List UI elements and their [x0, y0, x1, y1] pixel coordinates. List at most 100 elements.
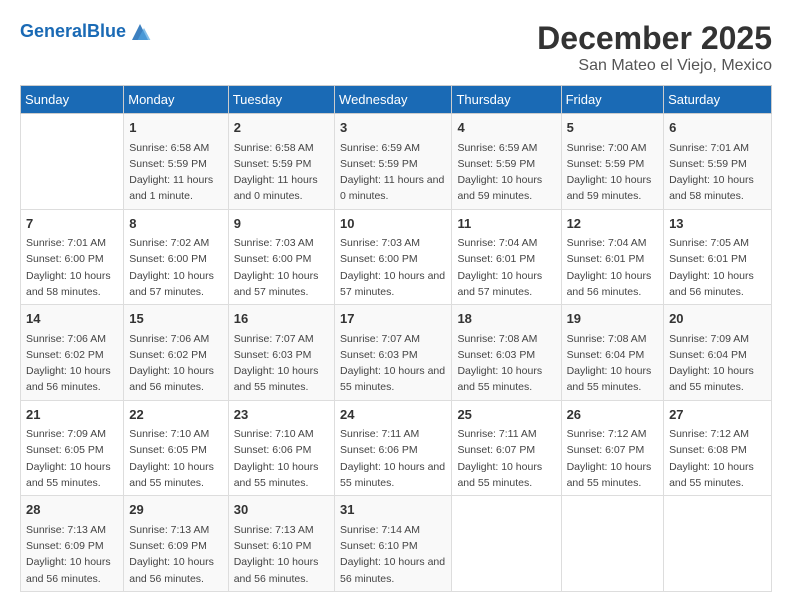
day-number: 8 — [129, 214, 222, 234]
calendar-cell: 26Sunrise: 7:12 AMSunset: 6:07 PMDayligh… — [561, 400, 664, 496]
calendar-cell: 30Sunrise: 7:13 AMSunset: 6:10 PMDayligh… — [228, 496, 334, 592]
day-number: 18 — [457, 309, 555, 329]
day-info: Sunrise: 7:14 AMSunset: 6:10 PMDaylight:… — [340, 522, 446, 587]
day-number: 6 — [669, 118, 766, 138]
header-day-sunday: Sunday — [21, 86, 124, 114]
day-info: Sunrise: 7:08 AMSunset: 6:04 PMDaylight:… — [567, 331, 659, 396]
header-day-saturday: Saturday — [664, 86, 772, 114]
day-info: Sunrise: 7:13 AMSunset: 6:09 PMDaylight:… — [129, 522, 222, 587]
day-info: Sunrise: 7:09 AMSunset: 6:05 PMDaylight:… — [26, 426, 118, 491]
day-info: Sunrise: 7:05 AMSunset: 6:01 PMDaylight:… — [669, 235, 766, 300]
calendar-cell: 21Sunrise: 7:09 AMSunset: 6:05 PMDayligh… — [21, 400, 124, 496]
day-info: Sunrise: 7:13 AMSunset: 6:10 PMDaylight:… — [234, 522, 329, 587]
calendar-cell: 14Sunrise: 7:06 AMSunset: 6:02 PMDayligh… — [21, 305, 124, 401]
day-info: Sunrise: 7:03 AMSunset: 6:00 PMDaylight:… — [234, 235, 329, 300]
month-title: December 2025 — [537, 20, 772, 57]
calendar-cell: 10Sunrise: 7:03 AMSunset: 6:00 PMDayligh… — [335, 209, 452, 305]
calendar-cell: 3Sunrise: 6:59 AMSunset: 5:59 PMDaylight… — [335, 114, 452, 210]
day-number: 25 — [457, 405, 555, 425]
logo-icon — [128, 20, 152, 44]
day-info: Sunrise: 7:06 AMSunset: 6:02 PMDaylight:… — [129, 331, 222, 396]
day-number: 26 — [567, 405, 659, 425]
calendar-cell: 20Sunrise: 7:09 AMSunset: 6:04 PMDayligh… — [664, 305, 772, 401]
day-info: Sunrise: 7:07 AMSunset: 6:03 PMDaylight:… — [340, 331, 446, 396]
calendar-cell: 28Sunrise: 7:13 AMSunset: 6:09 PMDayligh… — [21, 496, 124, 592]
day-number: 1 — [129, 118, 222, 138]
week-row-2: 7Sunrise: 7:01 AMSunset: 6:00 PMDaylight… — [21, 209, 772, 305]
day-info: Sunrise: 7:02 AMSunset: 6:00 PMDaylight:… — [129, 235, 222, 300]
day-info: Sunrise: 7:01 AMSunset: 5:59 PMDaylight:… — [669, 140, 766, 205]
day-info: Sunrise: 7:12 AMSunset: 6:08 PMDaylight:… — [669, 426, 766, 491]
day-number: 31 — [340, 500, 446, 520]
day-number: 10 — [340, 214, 446, 234]
day-info: Sunrise: 7:11 AMSunset: 6:06 PMDaylight:… — [340, 426, 446, 491]
calendar-cell: 9Sunrise: 7:03 AMSunset: 6:00 PMDaylight… — [228, 209, 334, 305]
day-number: 19 — [567, 309, 659, 329]
calendar-cell: 19Sunrise: 7:08 AMSunset: 6:04 PMDayligh… — [561, 305, 664, 401]
calendar-cell: 5Sunrise: 7:00 AMSunset: 5:59 PMDaylight… — [561, 114, 664, 210]
calendar-cell: 11Sunrise: 7:04 AMSunset: 6:01 PMDayligh… — [452, 209, 561, 305]
header-day-friday: Friday — [561, 86, 664, 114]
day-info: Sunrise: 7:12 AMSunset: 6:07 PMDaylight:… — [567, 426, 659, 491]
day-info: Sunrise: 6:59 AMSunset: 5:59 PMDaylight:… — [340, 140, 446, 205]
page-header: GeneralBlue December 2025 San Mateo el V… — [20, 20, 772, 75]
calendar-cell: 31Sunrise: 7:14 AMSunset: 6:10 PMDayligh… — [335, 496, 452, 592]
day-info: Sunrise: 7:04 AMSunset: 6:01 PMDaylight:… — [457, 235, 555, 300]
day-number: 30 — [234, 500, 329, 520]
day-number: 12 — [567, 214, 659, 234]
title-block: December 2025 San Mateo el Viejo, Mexico — [537, 20, 772, 75]
day-info: Sunrise: 7:10 AMSunset: 6:06 PMDaylight:… — [234, 426, 329, 491]
day-number: 5 — [567, 118, 659, 138]
day-number: 7 — [26, 214, 118, 234]
week-row-5: 28Sunrise: 7:13 AMSunset: 6:09 PMDayligh… — [21, 496, 772, 592]
calendar-cell: 1Sunrise: 6:58 AMSunset: 5:59 PMDaylight… — [124, 114, 228, 210]
calendar-cell — [21, 114, 124, 210]
calendar-cell: 12Sunrise: 7:04 AMSunset: 6:01 PMDayligh… — [561, 209, 664, 305]
day-number: 3 — [340, 118, 446, 138]
calendar-cell: 23Sunrise: 7:10 AMSunset: 6:06 PMDayligh… — [228, 400, 334, 496]
day-number: 17 — [340, 309, 446, 329]
day-number: 21 — [26, 405, 118, 425]
day-info: Sunrise: 7:11 AMSunset: 6:07 PMDaylight:… — [457, 426, 555, 491]
day-number: 14 — [26, 309, 118, 329]
logo: GeneralBlue — [20, 20, 152, 44]
calendar-cell: 17Sunrise: 7:07 AMSunset: 6:03 PMDayligh… — [335, 305, 452, 401]
location: San Mateo el Viejo, Mexico — [537, 57, 772, 75]
day-number: 24 — [340, 405, 446, 425]
day-number: 20 — [669, 309, 766, 329]
day-info: Sunrise: 7:10 AMSunset: 6:05 PMDaylight:… — [129, 426, 222, 491]
calendar-header-row: SundayMondayTuesdayWednesdayThursdayFrid… — [21, 86, 772, 114]
day-number: 13 — [669, 214, 766, 234]
day-number: 15 — [129, 309, 222, 329]
day-info: Sunrise: 7:13 AMSunset: 6:09 PMDaylight:… — [26, 522, 118, 587]
calendar-cell — [561, 496, 664, 592]
day-number: 2 — [234, 118, 329, 138]
day-number: 29 — [129, 500, 222, 520]
calendar-cell: 2Sunrise: 6:58 AMSunset: 5:59 PMDaylight… — [228, 114, 334, 210]
day-number: 4 — [457, 118, 555, 138]
calendar-cell: 15Sunrise: 7:06 AMSunset: 6:02 PMDayligh… — [124, 305, 228, 401]
day-info: Sunrise: 7:04 AMSunset: 6:01 PMDaylight:… — [567, 235, 659, 300]
day-info: Sunrise: 7:06 AMSunset: 6:02 PMDaylight:… — [26, 331, 118, 396]
calendar-cell: 27Sunrise: 7:12 AMSunset: 6:08 PMDayligh… — [664, 400, 772, 496]
day-info: Sunrise: 7:09 AMSunset: 6:04 PMDaylight:… — [669, 331, 766, 396]
calendar-cell: 7Sunrise: 7:01 AMSunset: 6:00 PMDaylight… — [21, 209, 124, 305]
week-row-1: 1Sunrise: 6:58 AMSunset: 5:59 PMDaylight… — [21, 114, 772, 210]
day-info: Sunrise: 7:03 AMSunset: 6:00 PMDaylight:… — [340, 235, 446, 300]
header-day-wednesday: Wednesday — [335, 86, 452, 114]
day-number: 28 — [26, 500, 118, 520]
calendar-cell: 4Sunrise: 6:59 AMSunset: 5:59 PMDaylight… — [452, 114, 561, 210]
day-number: 27 — [669, 405, 766, 425]
header-day-tuesday: Tuesday — [228, 86, 334, 114]
week-row-4: 21Sunrise: 7:09 AMSunset: 6:05 PMDayligh… — [21, 400, 772, 496]
week-row-3: 14Sunrise: 7:06 AMSunset: 6:02 PMDayligh… — [21, 305, 772, 401]
calendar-cell: 18Sunrise: 7:08 AMSunset: 6:03 PMDayligh… — [452, 305, 561, 401]
day-number: 9 — [234, 214, 329, 234]
day-info: Sunrise: 7:01 AMSunset: 6:00 PMDaylight:… — [26, 235, 118, 300]
day-number: 11 — [457, 214, 555, 234]
day-number: 23 — [234, 405, 329, 425]
calendar-cell: 24Sunrise: 7:11 AMSunset: 6:06 PMDayligh… — [335, 400, 452, 496]
day-number: 22 — [129, 405, 222, 425]
calendar-cell: 22Sunrise: 7:10 AMSunset: 6:05 PMDayligh… — [124, 400, 228, 496]
day-info: Sunrise: 6:59 AMSunset: 5:59 PMDaylight:… — [457, 140, 555, 205]
